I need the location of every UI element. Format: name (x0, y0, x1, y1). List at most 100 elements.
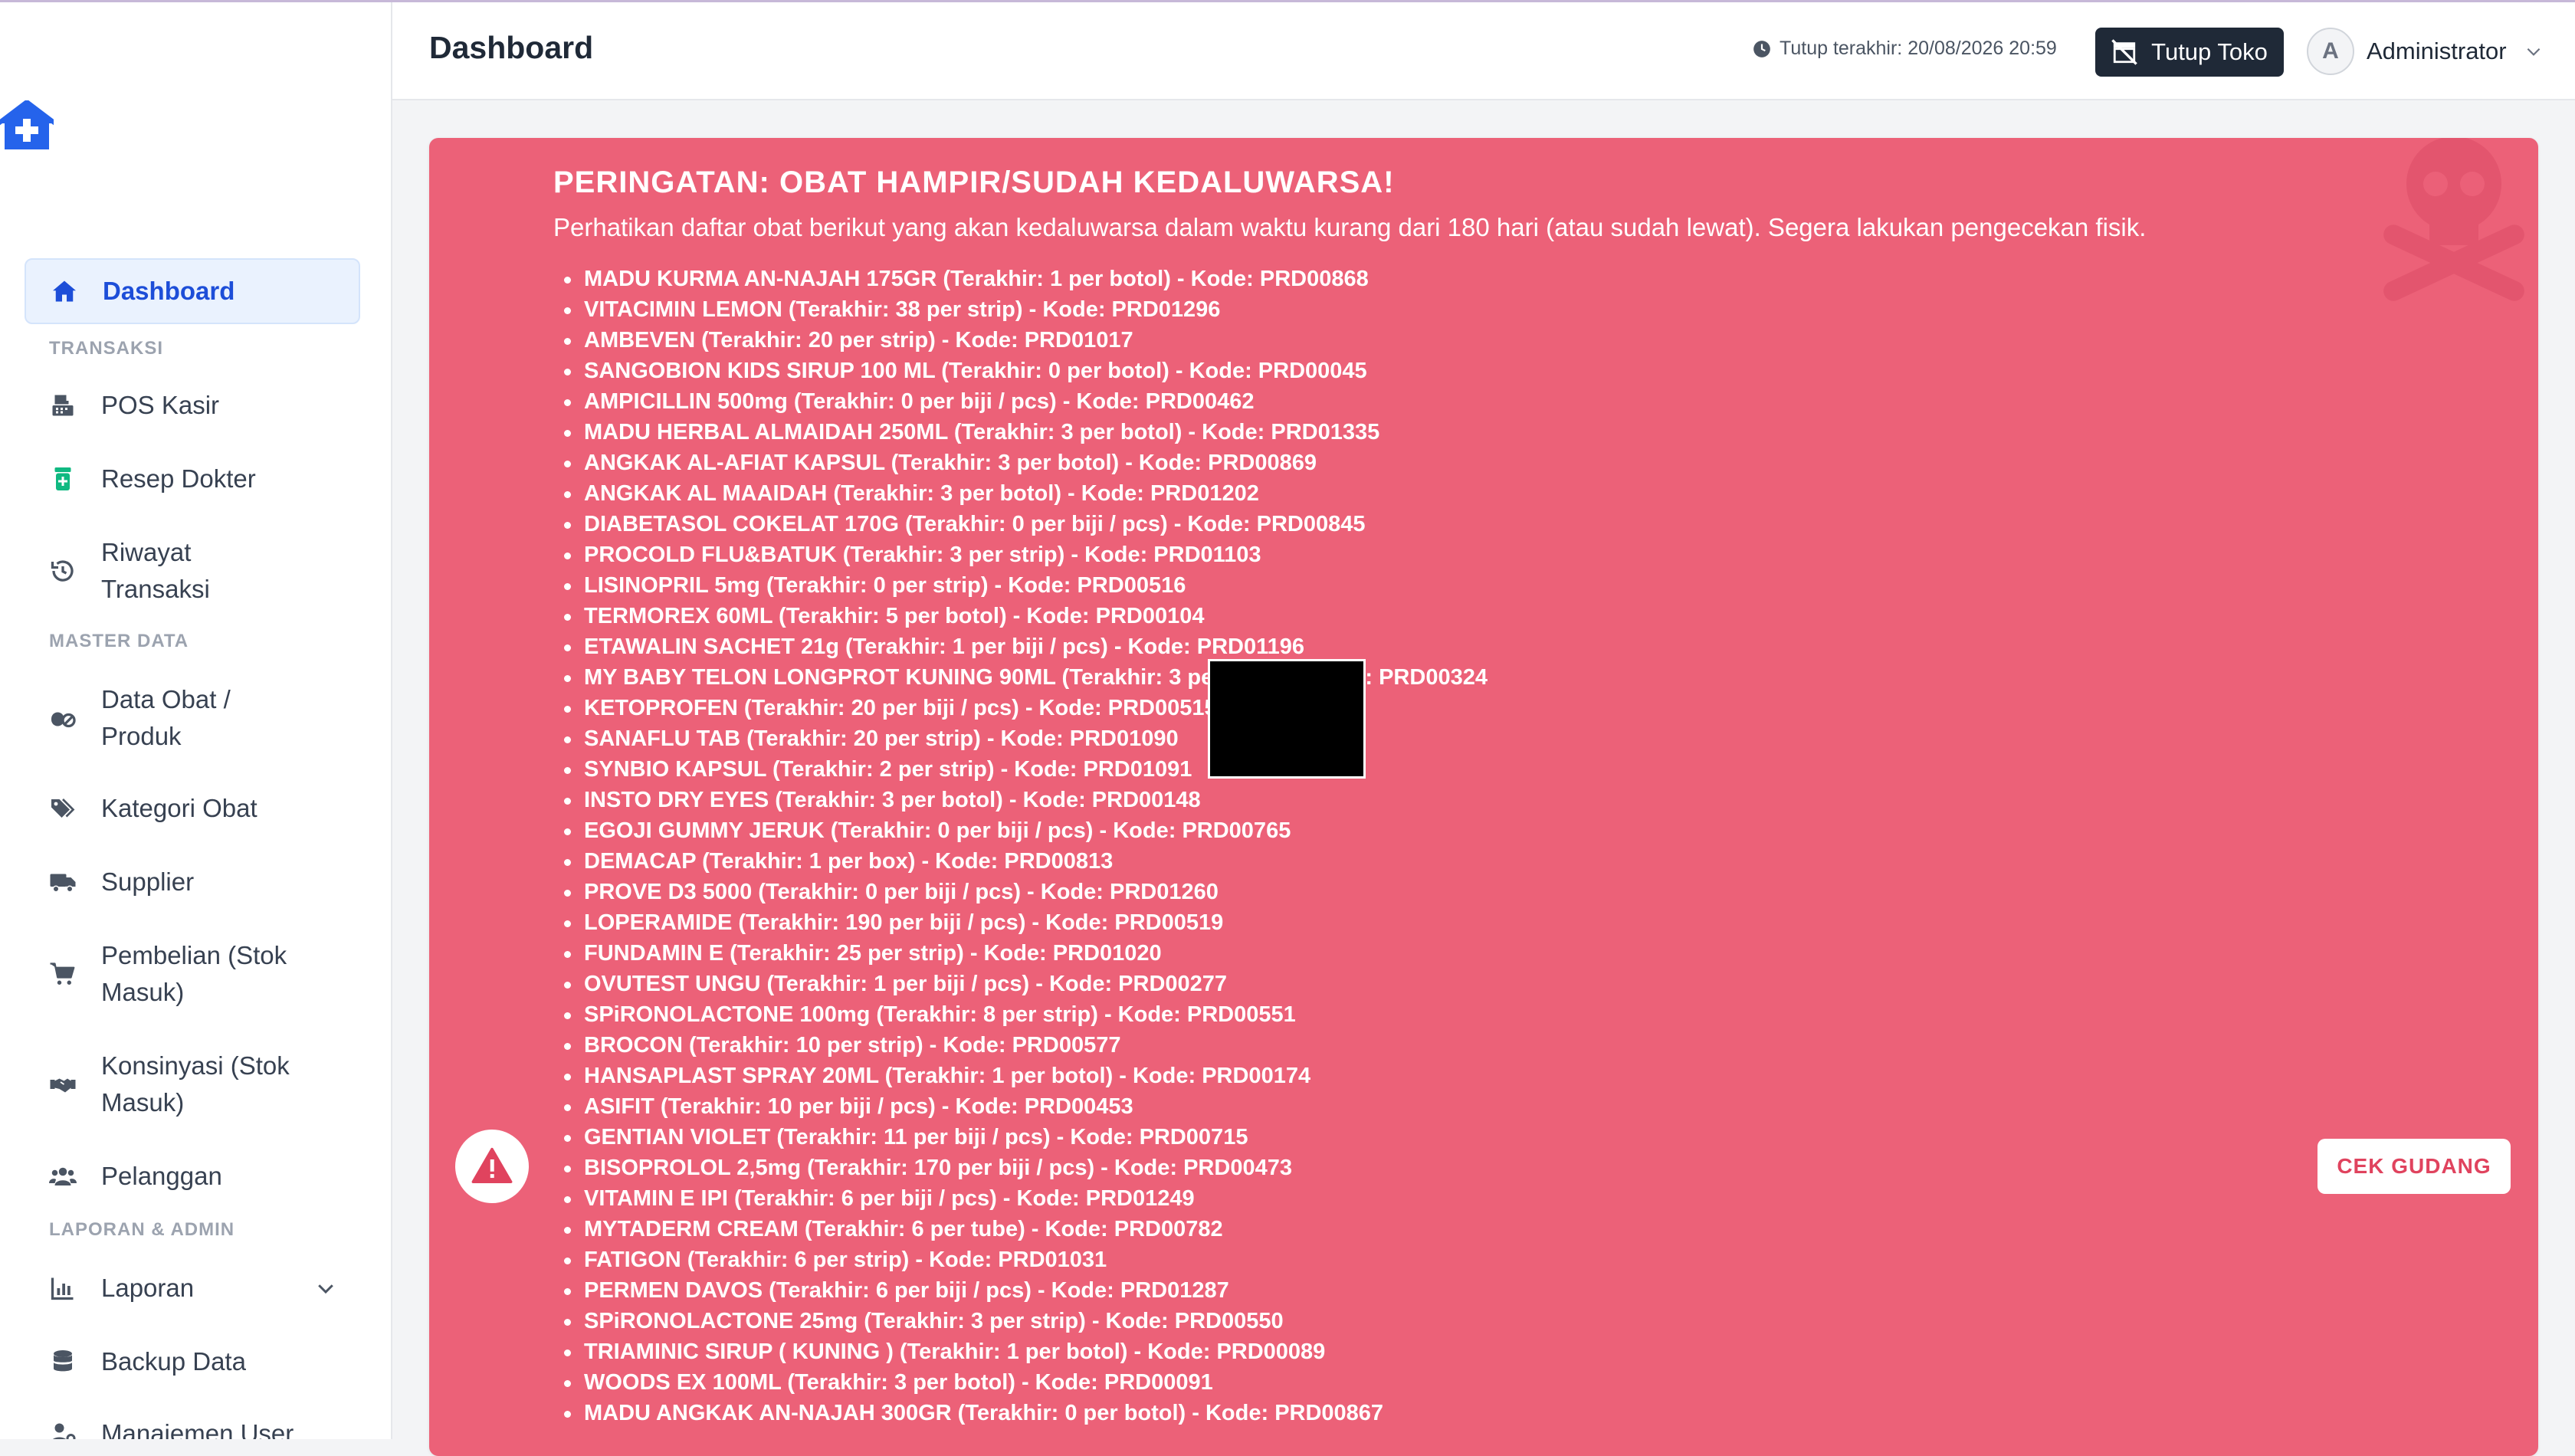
sidebar-item-label: Supplier (101, 867, 195, 896)
sidebar-item-label: Resep Dokter (101, 464, 256, 493)
list-item: SPiRONOLACTONE 100mg (Terakhir: 8 per st… (564, 999, 1488, 1030)
sidebar: Dashboard TRANSAKSI POS Kasir Resep Dokt… (0, 2, 392, 1439)
list-item: FUNDAMIN E (Terakhir: 25 per strip) - Ko… (564, 938, 1488, 969)
sidebar-item-label: Konsinyasi (Stok Masuk) (101, 1051, 290, 1117)
list-item: DIABETASOL COKELAT 170G (Terakhir: 0 per… (564, 509, 1488, 539)
list-item: SPiRONOLACTONE 25mg (Terakhir: 3 per str… (564, 1306, 1488, 1336)
sidebar-item-kategori-obat[interactable]: Kategori Obat (25, 789, 360, 828)
sidebar-item-label: Manajemen User (101, 1419, 294, 1439)
list-item: EGOJI GUMMY JERUK (Terakhir: 0 per biji … (564, 815, 1488, 846)
sidebar-item-resep-dokter[interactable]: Resep Dokter (25, 459, 360, 499)
list-item: TRIAMINIC SIRUP ( KUNING ) (Terakhir: 1 … (564, 1336, 1488, 1367)
expiry-warning-alert: PERINGATAN: OBAT HAMPIR/SUDAH KEDALUWARS… (429, 138, 2538, 1456)
list-item: PERMEN DAVOS (Terakhir: 6 per biji / pcs… (564, 1275, 1488, 1306)
section-transaksi: TRANSAKSI (49, 338, 164, 359)
avatar: A (2307, 28, 2354, 75)
list-item: WOODS EX 100ML (Terakhir: 3 per botol) -… (564, 1367, 1488, 1398)
list-item: SANGOBION KIDS SIRUP 100 ML (Terakhir: 0… (564, 356, 1488, 386)
list-item: PROVE D3 5000 (Terakhir: 0 per biji / pc… (564, 877, 1488, 907)
list-item: MADU KURMA AN-NAJAH 175GR (Terakhir: 1 p… (564, 264, 1488, 294)
sidebar-item-label: Riwayat Transaksi (101, 538, 210, 603)
list-item: FATIGON (Terakhir: 6 per strip) - Kode: … (564, 1244, 1488, 1275)
list-item: MADU ANGKAK AN-NAJAH 300GR (Terakhir: 0 … (564, 1398, 1488, 1428)
list-item: VITAMIN E IPI (Terakhir: 6 per biji / pc… (564, 1183, 1488, 1214)
handshake-icon (48, 1069, 78, 1100)
sidebar-item-laporan[interactable]: Laporan (25, 1268, 360, 1308)
sidebar-item-label: Dashboard (103, 277, 235, 305)
section-laporan-admin: LAPORAN & ADMIN (49, 1219, 235, 1240)
user-name: Administrator (2367, 38, 2507, 64)
tags-icon (48, 793, 78, 824)
sidebar-item-pelanggan[interactable]: Pelanggan (25, 1156, 360, 1196)
cart-icon (48, 959, 78, 989)
chevron-down-icon (318, 1284, 333, 1294)
sidebar-item-backup-data[interactable]: Backup Data (25, 1342, 360, 1382)
alert-title: PERINGATAN: OBAT HAMPIR/SUDAH KEDALUWARS… (553, 166, 1395, 199)
sidebar-item-data-obat[interactable]: Data Obat / Produk (25, 680, 360, 756)
user-gear-icon (48, 1418, 78, 1439)
close-store-label: Tutup Toko (2151, 38, 2268, 65)
list-item: VITACIMIN LEMON (Terakhir: 38 per strip)… (564, 294, 1488, 325)
list-item: LOPERAMIDE (Terakhir: 190 per biji / pcs… (564, 907, 1488, 938)
sidebar-item-dashboard[interactable]: Dashboard (25, 258, 360, 324)
list-item: AMPICILLIN 500mg (Terakhir: 0 per biji /… (564, 386, 1488, 417)
list-item: ETAWALIN SACHET 21g (Terakhir: 1 per bij… (564, 631, 1488, 662)
list-item: AMBEVEN (Terakhir: 20 per strip) - Kode:… (564, 325, 1488, 356)
check-warehouse-button[interactable]: CEK GUDANG (2318, 1139, 2511, 1194)
list-item: GENTIAN VIOLET (Terakhir: 11 per biji / … (564, 1122, 1488, 1153)
expiring-items-list: MADU KURMA AN-NAJAH 175GR (Terakhir: 1 p… (564, 264, 1488, 1428)
list-item: ASIFIT (Terakhir: 10 per biji / pcs) - K… (564, 1091, 1488, 1122)
warning-badge (455, 1130, 529, 1203)
store-closed-icon (2111, 39, 2137, 65)
pills-icon (48, 703, 78, 733)
list-item: LISINOPRIL 5mg (Terakhir: 0 per strip) -… (564, 570, 1488, 601)
list-item: MYTADERM CREAM (Terakhir: 6 per tube) - … (564, 1214, 1488, 1244)
truck-icon (48, 867, 78, 897)
sidebar-item-label: Backup Data (101, 1347, 246, 1376)
list-item: ANGKAK AL-AFIAT KAPSUL (Terakhir: 3 per … (564, 448, 1488, 478)
warning-triangle-icon (471, 1147, 513, 1183)
pharmacy-logo-icon[interactable] (0, 100, 60, 152)
list-item: BISOPROLOL 2,5mg (Terakhir: 170 per biji… (564, 1153, 1488, 1183)
top-header: Dashboard Tutup terakhir: 20/08/2026 20:… (392, 2, 2575, 100)
list-item: HANSAPLAST SPRAY 20ML (Terakhir: 1 per b… (564, 1061, 1488, 1091)
list-item: ANGKAK AL MAAIDAH (Terakhir: 3 per botol… (564, 478, 1488, 509)
list-item: INSTO DRY EYES (Terakhir: 3 per botol) -… (564, 785, 1488, 815)
sidebar-item-label: Pembelian (Stok Masuk) (101, 941, 287, 1006)
chevron-down-icon (2527, 48, 2540, 56)
list-item: PROCOLD FLU&BATUK (Terakhir: 3 per strip… (564, 539, 1488, 570)
alert-description: Perhatikan daftar obat berikut yang akan… (553, 213, 2147, 241)
database-icon (48, 1346, 78, 1377)
last-close-info: Tutup terakhir: 20/08/2026 20:59 (1752, 38, 2057, 60)
history-icon (48, 556, 78, 586)
list-item: TERMOREX 60ML (Terakhir: 5 per botol) - … (564, 601, 1488, 631)
sidebar-item-riwayat-transaksi[interactable]: Riwayat Transaksi (25, 533, 360, 609)
sidebar-item-label: Data Obat / Produk (101, 685, 231, 750)
sidebar-item-label: Kategori Obat (101, 794, 258, 822)
chart-icon (48, 1273, 78, 1304)
list-item: BROCON (Terakhir: 10 per strip) - Kode: … (564, 1030, 1488, 1061)
sidebar-item-label: POS Kasir (101, 391, 220, 419)
user-menu[interactable]: A Administrator (2307, 26, 2544, 77)
users-icon (48, 1161, 78, 1192)
redaction-box (1208, 659, 1366, 779)
last-close-text: Tutup terakhir: 20/08/2026 20:59 (1780, 38, 2057, 59)
close-store-button[interactable]: Tutup Toko (2095, 28, 2284, 77)
page-title: Dashboard (429, 30, 594, 65)
sidebar-item-label: Pelanggan (101, 1162, 222, 1190)
section-master-data: MASTER DATA (49, 631, 189, 651)
sidebar-item-pos-kasir[interactable]: POS Kasir (25, 385, 360, 425)
list-item: MADU HERBAL ALMAIDAH 250ML (Terakhir: 3 … (564, 417, 1488, 448)
clock-icon (1753, 40, 1770, 57)
sidebar-item-label: Laporan (101, 1274, 195, 1302)
home-icon (49, 276, 80, 307)
sidebar-item-manajemen-user[interactable]: Manajemen User (25, 1414, 360, 1439)
skull-crossbones-icon (2383, 138, 2524, 301)
prescription-icon (48, 464, 78, 494)
list-item: OVUTEST UNGU (Terakhir: 1 per biji / pcs… (564, 969, 1488, 999)
list-item: DEMACAP (Terakhir: 1 per box) - Kode: PR… (564, 846, 1488, 877)
sidebar-item-konsinyasi[interactable]: Konsinyasi (Stok Masuk) (25, 1046, 360, 1123)
cash-register-icon (48, 390, 78, 421)
sidebar-item-supplier[interactable]: Supplier (25, 862, 360, 902)
sidebar-item-pembelian[interactable]: Pembelian (Stok Masuk) (25, 936, 360, 1012)
